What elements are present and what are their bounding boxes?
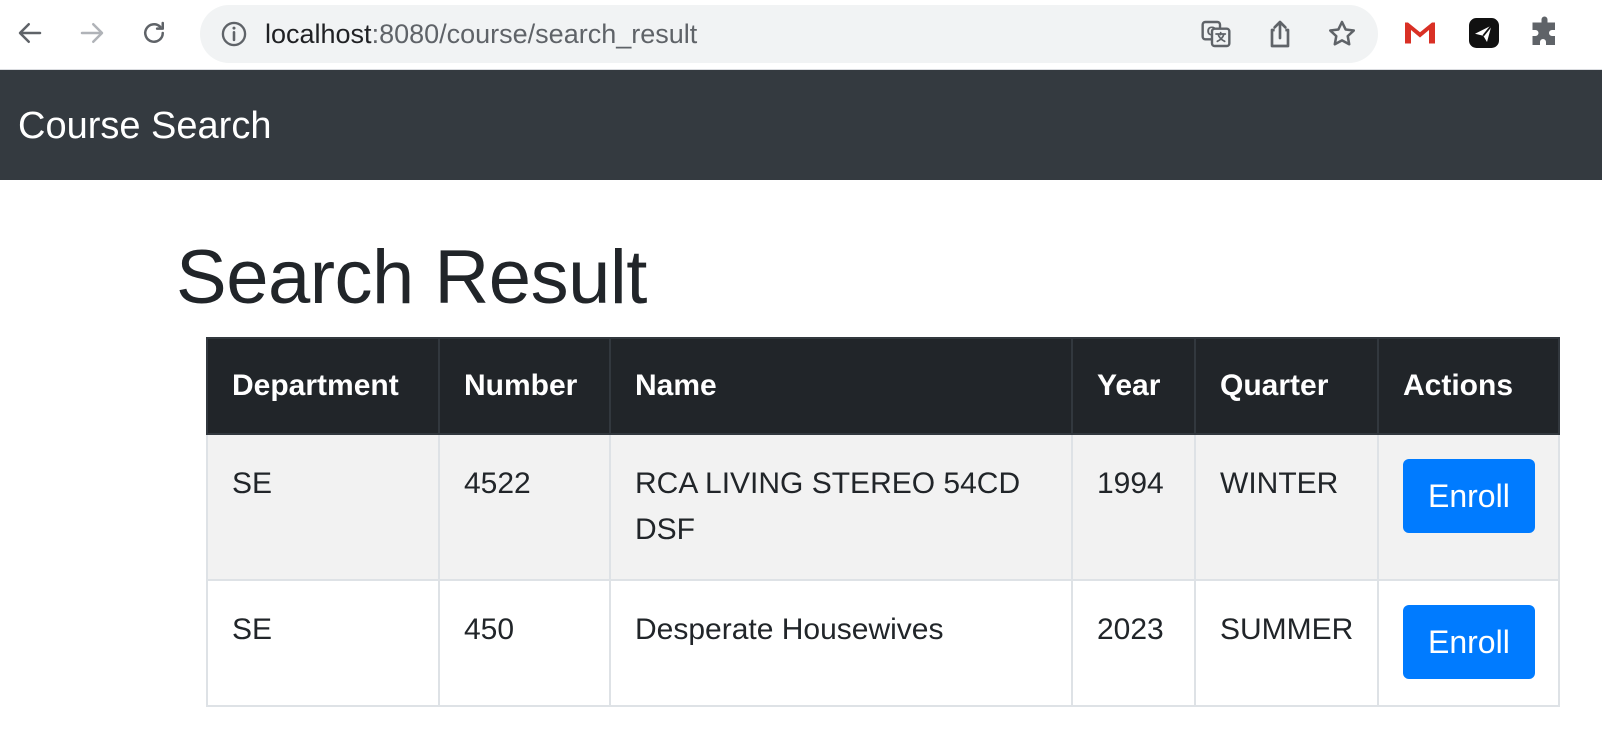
cell-actions: Enroll — [1377, 433, 1560, 581]
gmail-extension-icon[interactable] — [1402, 15, 1438, 51]
table-row: SE 4522 RCA LIVING STEREO 54CD DSF 1994 … — [206, 433, 1560, 581]
column-header-name: Name — [609, 337, 1073, 435]
cell-year: 1994 — [1071, 433, 1196, 581]
app-navbar: Course Search — [0, 70, 1602, 180]
cell-number: 450 — [438, 579, 611, 707]
enroll-button[interactable]: Enroll — [1403, 459, 1535, 533]
table-header-row: Department Number Name Year Quarter Acti… — [206, 337, 1560, 435]
enroll-button[interactable]: Enroll — [1403, 605, 1535, 679]
column-header-quarter: Quarter — [1194, 337, 1379, 435]
back-button[interactable] — [10, 13, 50, 53]
column-header-year: Year — [1071, 337, 1196, 435]
navbar-brand[interactable]: Course Search — [18, 104, 271, 148]
table-row: SE 450 Desperate Housewives 2023 SUMMER … — [206, 579, 1560, 707]
back-arrow-icon — [18, 23, 42, 43]
forward-button[interactable] — [72, 13, 112, 53]
cell-quarter: SUMMER — [1194, 579, 1379, 707]
column-header-number: Number — [438, 337, 611, 435]
url-host: localhost — [265, 19, 372, 49]
search-results-table: Department Number Name Year Quarter Acti… — [206, 337, 1560, 707]
send-extension-icon[interactable] — [1466, 15, 1502, 51]
browser-toolbar: localhost:8080/course/search_result G — [0, 0, 1602, 70]
reload-icon — [144, 21, 164, 43]
reload-button[interactable] — [134, 13, 174, 53]
address-bar[interactable]: localhost:8080/course/search_result G — [200, 5, 1378, 63]
bookmark-star-icon[interactable] — [1326, 18, 1358, 50]
cell-quarter: WINTER — [1194, 433, 1379, 581]
cell-actions: Enroll — [1377, 579, 1560, 707]
translate-icon[interactable]: G — [1200, 18, 1232, 50]
share-icon[interactable] — [1264, 18, 1296, 50]
site-info-icon[interactable] — [220, 20, 248, 48]
url-text[interactable]: localhost:8080/course/search_result — [265, 18, 697, 50]
forward-arrow-icon — [80, 23, 104, 43]
page-title: Search Result — [176, 235, 647, 320]
cell-year: 2023 — [1071, 579, 1196, 707]
column-header-department: Department — [206, 337, 440, 435]
cell-number: 4522 — [438, 433, 611, 581]
column-header-actions: Actions — [1377, 337, 1560, 435]
extensions-puzzle-icon[interactable] — [1528, 15, 1564, 51]
cell-department: SE — [206, 579, 440, 707]
url-path: :8080/course/search_result — [371, 19, 698, 49]
cell-department: SE — [206, 433, 440, 581]
cell-name: RCA LIVING STEREO 54CD DSF — [609, 433, 1073, 581]
cell-name: Desperate Housewives — [609, 579, 1073, 707]
